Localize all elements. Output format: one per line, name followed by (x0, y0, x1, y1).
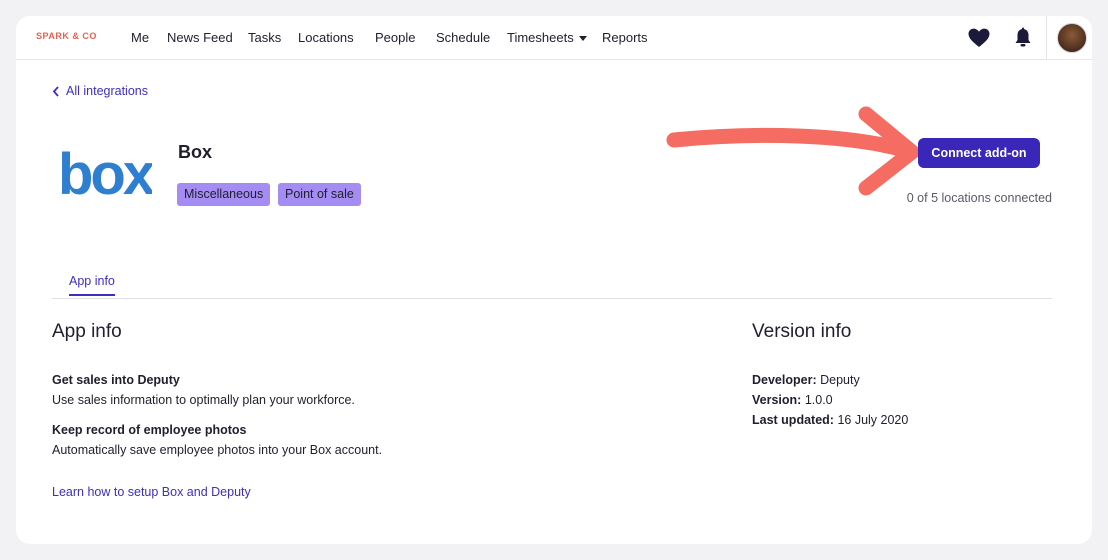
brand-logo[interactable]: SPARK & CO (36, 31, 97, 41)
tag-miscellaneous: Miscellaneous (177, 183, 271, 206)
top-nav: SPARK & CO Me News Feed Tasks Locations … (16, 16, 1092, 60)
nav-tasks[interactable]: Tasks (248, 30, 281, 45)
nav-news-feed[interactable]: News Feed (167, 30, 233, 45)
nav-schedule[interactable]: Schedule (436, 30, 490, 45)
caret-down-icon (578, 36, 587, 42)
nav-timesheets-label: Timesheets (507, 30, 574, 45)
annotation-arrow (666, 106, 920, 196)
chevron-left-icon (52, 86, 59, 97)
last-updated-label: Last updated: (752, 413, 834, 427)
version-value: 1.0.0 (804, 393, 833, 407)
nav-reports[interactable]: Reports (602, 30, 648, 45)
feature-description: Use sales information to optimally plan … (52, 393, 355, 407)
last-updated-value: 16 July 2020 (837, 413, 909, 427)
heart-icon[interactable] (967, 26, 991, 50)
bell-icon[interactable] (1011, 26, 1035, 50)
tab-app-info[interactable]: App info (69, 274, 115, 296)
feature-description: Automatically save employee photos into … (52, 443, 383, 457)
version-info-heading: Version info (752, 321, 852, 342)
feature-title: Get sales into Deputy (52, 373, 180, 387)
tag-point-of-sale: Point of sale (278, 183, 361, 206)
nav-me[interactable]: Me (131, 30, 149, 45)
feature-title: Keep record of employee photos (52, 423, 247, 437)
connect-add-on-button[interactable]: Connect add-on (918, 138, 1040, 168)
tab-bar-divider (52, 298, 1052, 299)
app-info-heading: App info (52, 321, 122, 342)
developer-label: Developer: (752, 373, 817, 387)
version-label: Version: (752, 393, 802, 407)
version-row: Version: 1.0.0 (752, 393, 833, 407)
back-to-integrations-link[interactable]: All integrations (52, 84, 148, 98)
back-link-label: All integrations (66, 84, 148, 98)
last-updated-row: Last updated: 16 July 2020 (752, 413, 908, 427)
nav-divider (1046, 16, 1047, 59)
locations-connected-status: 0 of 5 locations connected (906, 191, 1052, 205)
app-window: SPARK & CO Me News Feed Tasks Locations … (16, 16, 1092, 544)
nav-people[interactable]: People (375, 30, 415, 45)
box-logo: box (58, 144, 152, 200)
nav-timesheets[interactable]: Timesheets (507, 30, 587, 45)
app-title: Box (178, 142, 213, 162)
box-logo-text: box (58, 144, 152, 200)
learn-setup-link[interactable]: Learn how to setup Box and Deputy (52, 485, 251, 499)
avatar[interactable] (1057, 23, 1087, 53)
nav-locations[interactable]: Locations (298, 30, 354, 45)
developer-value: Deputy (820, 373, 860, 387)
developer-row: Developer: Deputy (752, 373, 860, 387)
